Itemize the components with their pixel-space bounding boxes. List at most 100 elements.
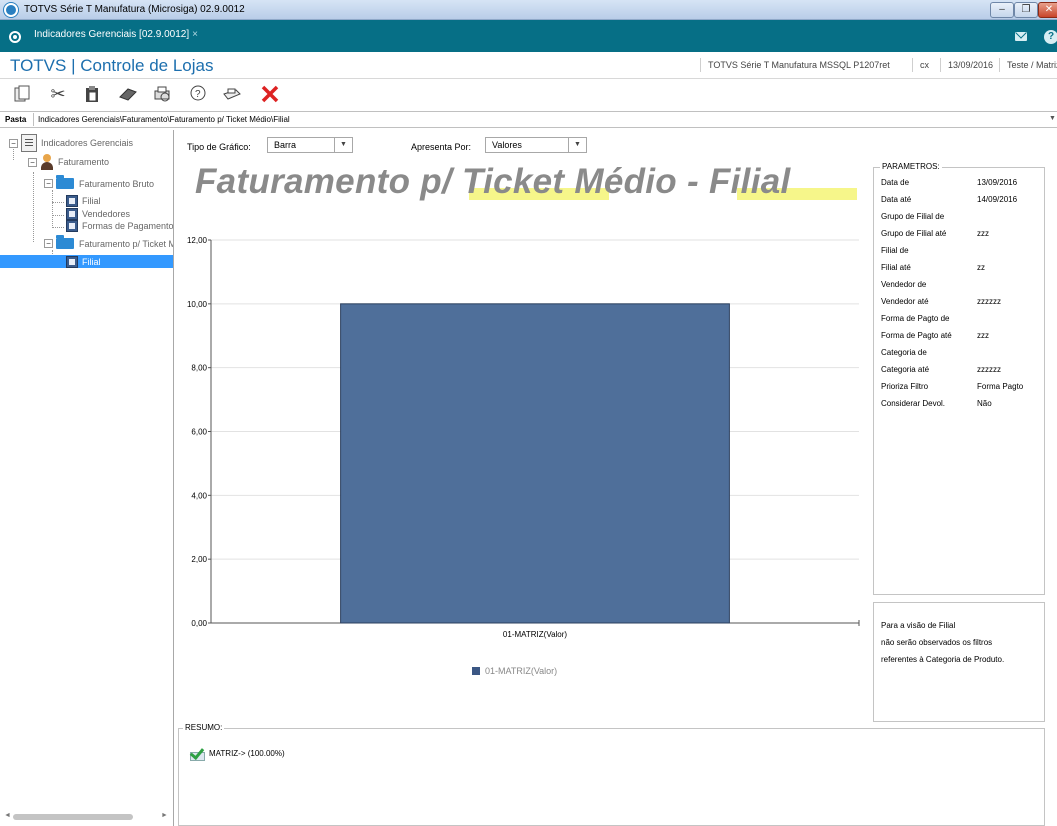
y-tick-label: 0,00	[191, 619, 207, 628]
tree-item-indicadores-gerenciais[interactable]: − Indicadores Gerenciais	[9, 134, 133, 152]
scrollbar-thumb[interactable]	[13, 814, 133, 820]
cut-icon[interactable]: ✂	[48, 84, 68, 104]
note-panel: Para a visão de Filial não serão observa…	[873, 602, 1045, 722]
chart-type-select[interactable]: Barra ▼	[267, 137, 353, 153]
chart-type-label: Tipo de Gráfico:	[187, 142, 251, 152]
close-icon[interactable]	[260, 84, 280, 104]
tree-item-filial[interactable]: Filial	[66, 195, 101, 207]
show-by-select[interactable]: Valores ▼	[485, 137, 587, 153]
close-window-button[interactable]: ✕	[1038, 2, 1057, 18]
tree-connector	[52, 227, 64, 228]
parameter-label: Considerar Devol.	[881, 399, 946, 408]
parameter-value: zzz	[977, 229, 989, 238]
bar	[340, 303, 730, 624]
app-title: TOTVS | Controle de Lojas	[10, 56, 214, 75]
tree-item-filial-selected[interactable]: Filial	[0, 255, 173, 268]
legend-swatch	[472, 667, 480, 675]
y-tick-label: 6,00	[191, 428, 207, 437]
summary-title: RESUMO:	[183, 723, 225, 732]
y-tick-label: 2,00	[191, 555, 207, 564]
parameter-label: Filial até	[881, 263, 911, 272]
scroll-left-icon[interactable]: ◄	[4, 812, 11, 819]
totvs-logo-icon	[4, 3, 18, 17]
minimize-button[interactable]: –	[990, 2, 1014, 18]
tree-item-faturamento[interactable]: − Faturamento	[28, 154, 109, 170]
paste-icon[interactable]	[82, 84, 102, 104]
chevron-down-icon[interactable]: ▼	[334, 138, 352, 152]
tree-connector	[33, 172, 34, 242]
summary-panel: RESUMO: MATRIZ-> (100.00%)	[178, 723, 1045, 826]
collapse-toggle[interactable]: −	[28, 157, 37, 167]
note-line: não serão observados os filtros	[881, 638, 993, 647]
help-icon[interactable]: ?	[188, 84, 208, 104]
parameter-value: Não	[977, 399, 992, 408]
close-tab-icon[interactable]: ×	[192, 29, 198, 40]
chart-legend: 01-MATRIZ(Valor)	[472, 666, 557, 676]
collapse-toggle[interactable]: −	[44, 239, 53, 248]
path-bar: Pasta Indicadores Gerenciais\Faturamento…	[0, 111, 1057, 128]
person-icon	[40, 154, 54, 170]
tree-item-faturamento-bruto[interactable]: − Faturamento Bruto	[44, 175, 154, 189]
user-label: cx	[920, 60, 929, 70]
show-by-label: Apresenta Por:	[411, 142, 472, 152]
toolbar: ✂ ?	[0, 79, 1057, 109]
home-icon[interactable]	[9, 31, 21, 43]
maximize-button[interactable]: ❐	[1014, 2, 1038, 18]
y-tick-label: 4,00	[191, 491, 207, 500]
tree-horizontal-scrollbar[interactable]: ◄ ►	[3, 812, 169, 822]
mail-icon[interactable]	[1015, 32, 1027, 41]
date-label: 13/09/2016	[948, 60, 994, 70]
main-panel: Tipo de Gráfico: Barra ▼ Apresenta Por: …	[175, 130, 1057, 826]
parameter-label: Categoria de	[881, 348, 927, 357]
folder-icon	[56, 235, 74, 249]
note-line: referentes à Categoria de Produto.	[881, 655, 1005, 664]
tree-item-faturamento-ticket[interactable]: − Faturamento p/ Ticket Médio	[44, 235, 173, 249]
app-header: TOTVS | Controle de Lojas TOTVS Série T …	[0, 52, 1057, 79]
chevron-down-icon[interactable]: ▼	[568, 138, 586, 152]
note-line: Para a visão de Filial	[881, 621, 956, 630]
check-icon	[189, 746, 205, 761]
tree-connector	[52, 215, 64, 216]
tree-item-vendedores[interactable]: Vendedores	[66, 208, 130, 220]
report-icon	[66, 220, 78, 232]
parameter-value: 14/09/2016	[977, 195, 1018, 204]
chart-title: Faturamento p/ Ticket Médio - Filial	[195, 162, 791, 201]
window-title: TOTVS Série T Manufatura (Microsiga) 02.…	[24, 4, 245, 15]
legend-label: 01-MATRIZ(Valor)	[485, 666, 558, 676]
parameter-label: Filial de	[881, 246, 909, 255]
path-label: Pasta	[5, 115, 27, 124]
scroll-right-icon[interactable]: ►	[161, 812, 168, 819]
summary-item: MATRIZ-> (100.00%)	[189, 746, 285, 761]
collapse-toggle[interactable]: −	[44, 179, 53, 188]
parameter-label: Data até	[881, 195, 912, 204]
x-tick-label: 01-MATRIZ(Valor)	[503, 630, 567, 639]
document-icon	[21, 134, 37, 152]
path-field[interactable]: Indicadores Gerenciais\Faturamento\Fatur…	[33, 113, 1057, 126]
copy-icon[interactable]	[12, 84, 32, 104]
parameter-value: zzz	[977, 331, 989, 340]
parameter-value: Forma Pagto	[977, 382, 1024, 391]
window-titlebar: TOTVS Série T Manufatura (Microsiga) 02.…	[0, 0, 1057, 20]
help-circle-icon[interactable]: ?	[1044, 30, 1057, 44]
parameter-label: Data de	[881, 178, 910, 187]
parameter-label: Grupo de Filial até	[881, 229, 947, 238]
tree-connector	[52, 202, 64, 203]
parameter-value: zzzzzz	[977, 297, 1001, 306]
navigation-tree: − Indicadores Gerenciais − Faturamento −…	[0, 130, 174, 826]
print-preview-icon[interactable]	[152, 84, 172, 104]
eraser-icon[interactable]	[118, 84, 138, 104]
collapse-toggle[interactable]: −	[9, 138, 18, 148]
parameter-value: zz	[977, 263, 985, 272]
y-tick-label: 12,00	[187, 236, 208, 245]
tree-item-formas-de-pagamento[interactable]: Formas de Pagamento	[66, 220, 173, 232]
parameter-label: Prioriza Filtro	[881, 382, 929, 391]
y-tick-label: 8,00	[191, 364, 207, 373]
environment-label: TOTVS Série T Manufatura MSSQL P1207ret	[708, 60, 890, 70]
tab-indicadores-gerenciais[interactable]: Indicadores Gerenciais [02.9.0012] ×	[34, 29, 198, 40]
printer-icon[interactable]	[222, 84, 242, 104]
chevron-down-icon[interactable]: ▼	[1049, 115, 1056, 122]
svg-text:?: ?	[195, 89, 201, 100]
parameter-label: Forma de Pagto de	[881, 314, 950, 323]
header-separator	[700, 58, 701, 72]
parameter-label: Categoria até	[881, 365, 930, 374]
